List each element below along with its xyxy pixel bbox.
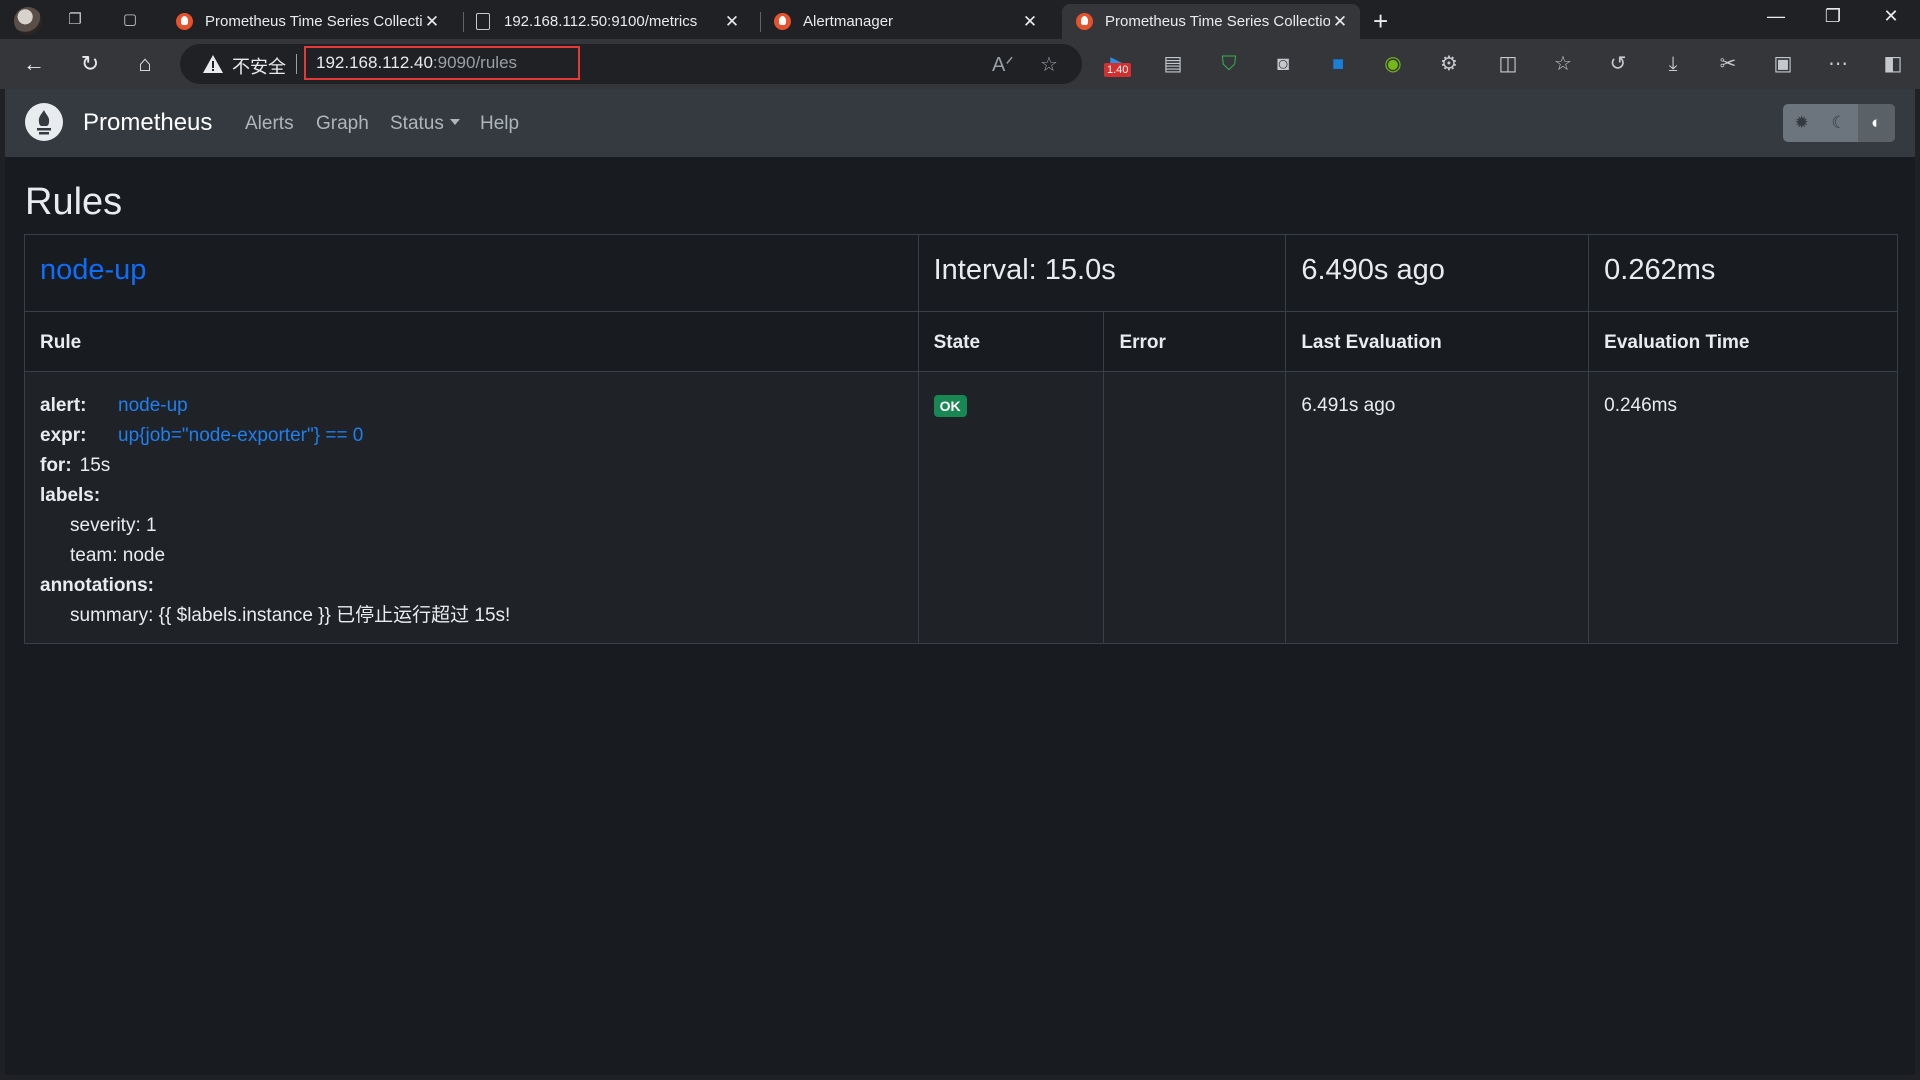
for-value: 15s bbox=[79, 455, 111, 476]
download-icon[interactable]: ⤓ bbox=[1660, 51, 1686, 77]
column-header-last-evaluation: Last Evaluation bbox=[1285, 311, 1590, 372]
new-tab-button[interactable]: + bbox=[1373, 6, 1388, 37]
column-header-evaluation-time: Evaluation Time bbox=[1588, 311, 1898, 372]
annotation-item: summary: {{ $labels.instance }} 已停止运行超过 … bbox=[70, 605, 511, 626]
close-icon[interactable]: ✕ bbox=[422, 12, 442, 32]
expr-key: expr: bbox=[40, 425, 87, 446]
browser-toolbar: ← ↻ ⌂ 不安全 192.168.112.40:9090/rules Aᐟ ☆… bbox=[0, 39, 1920, 89]
rule-evaluation-time: 0.246ms bbox=[1588, 371, 1898, 644]
rule-error-cell bbox=[1103, 371, 1287, 644]
bookmark-extension-icon[interactable]: ■ bbox=[1325, 51, 1351, 77]
for-key: for: bbox=[40, 455, 72, 476]
home-icon[interactable]: ⌂ bbox=[130, 49, 160, 79]
rule-state-cell: OK bbox=[917, 371, 1105, 644]
tab-title: Prometheus Time Series Collectio bbox=[205, 13, 422, 30]
table-row: alert: node-up expr: up{job="node-exporter… bbox=[24, 371, 1898, 644]
rules-table: node-up Interval: 15.0s 6.490s ago 0.262… bbox=[24, 234, 1898, 644]
rule-last-evaluation: 6.491s ago bbox=[1285, 371, 1590, 644]
globe-extension-icon[interactable]: ◉ bbox=[1380, 51, 1406, 77]
minimize-icon[interactable]: — bbox=[1753, 6, 1799, 27]
more-menu-icon[interactable]: ⋯ bbox=[1825, 51, 1851, 77]
warning-icon[interactable] bbox=[202, 53, 224, 75]
label-item: severity: 1 bbox=[70, 515, 157, 536]
url-path: :9090/rules bbox=[432, 53, 518, 72]
chevron-down-icon bbox=[449, 119, 460, 125]
tab-node-metrics[interactable]: 192.168.112.50:9100/metrics ✕ bbox=[462, 4, 752, 39]
close-icon[interactable]: ✕ bbox=[1330, 12, 1350, 32]
labels-key: labels: bbox=[40, 485, 101, 506]
alert-name-link[interactable]: node-up bbox=[118, 395, 188, 416]
history-icon[interactable]: ↺ bbox=[1605, 51, 1631, 77]
prometheus-icon bbox=[774, 13, 791, 30]
glasses-extension-icon[interactable]: ◙ bbox=[1270, 51, 1296, 77]
nav-alerts[interactable]: Alerts bbox=[245, 113, 294, 135]
nav-graph[interactable]: Graph bbox=[316, 113, 369, 135]
back-icon[interactable]: ← bbox=[19, 49, 49, 79]
favorites-icon[interactable]: ☆ bbox=[1550, 51, 1576, 77]
app-navbar: Prometheus Alerts Graph Status Help ✹ ☾ … bbox=[5, 89, 1915, 157]
brand-name[interactable]: Prometheus bbox=[83, 109, 212, 137]
prometheus-icon bbox=[1076, 13, 1093, 30]
tab-title: 192.168.112.50:9100/metrics bbox=[504, 13, 698, 30]
nav-help[interactable]: Help bbox=[480, 113, 519, 135]
dark-theme-moon-icon[interactable]: ☾ bbox=[1820, 104, 1857, 142]
workspaces-icon[interactable]: ❐ bbox=[64, 9, 86, 31]
prometheus-page: Prometheus Alerts Graph Status Help ✹ ☾ … bbox=[5, 89, 1915, 1075]
group-name-link[interactable]: node-up bbox=[24, 234, 919, 312]
group-interval: Interval: 15.0s bbox=[917, 234, 1287, 312]
url-host: 192.168.112.40 bbox=[316, 53, 433, 72]
address-bar[interactable]: 不安全 192.168.112.40:9090/rules Aᐟ ☆ bbox=[180, 44, 1082, 84]
group-evaluation-time: 0.262ms bbox=[1588, 234, 1898, 312]
restore-icon[interactable]: ❐ bbox=[1810, 6, 1856, 27]
read-aloud-icon[interactable]: Aᐟ bbox=[992, 52, 1014, 77]
refresh-icon[interactable]: ↻ bbox=[75, 49, 105, 79]
column-header-rule: Rule bbox=[24, 311, 919, 372]
prometheus-logo-icon[interactable] bbox=[25, 103, 63, 141]
tab-alertmanager[interactable]: Alertmanager ✕ bbox=[760, 4, 1050, 39]
table-header-row: Rule State Error Last Evaluation Evaluat… bbox=[24, 311, 1898, 372]
close-icon[interactable]: ✕ bbox=[722, 12, 742, 32]
extensions-puzzle-icon[interactable]: ⚙ bbox=[1436, 51, 1462, 77]
browser-tab-strip: ❐ ▢ Prometheus Time Series Collectio ✕ 1… bbox=[0, 0, 1920, 39]
group-last-evaluation: 6.490s ago bbox=[1285, 234, 1590, 312]
page-title: Rules bbox=[25, 181, 123, 223]
screenshot-icon[interactable]: ✂ bbox=[1715, 51, 1741, 77]
light-theme-sun-icon[interactable]: ✹ bbox=[1783, 104, 1820, 142]
collections-extension-icon[interactable]: ▤ bbox=[1160, 51, 1186, 77]
nav-status[interactable]: Status bbox=[390, 113, 460, 135]
status-badge: OK bbox=[933, 395, 967, 417]
alert-key: alert: bbox=[40, 395, 87, 416]
tab-title: Prometheus Time Series Collectio bbox=[1105, 13, 1330, 30]
auto-theme-contrast-icon[interactable]: ◐ bbox=[1857, 104, 1895, 142]
sidebar-toggle-icon[interactable]: ◧ bbox=[1880, 51, 1906, 77]
split-screen-icon[interactable]: ◫ bbox=[1495, 51, 1521, 77]
extension-badge: 1.40 bbox=[1104, 63, 1132, 77]
favorite-star-icon[interactable]: ☆ bbox=[1040, 52, 1058, 77]
tab-prometheus-1[interactable]: Prometheus Time Series Collectio ✕ bbox=[162, 4, 452, 39]
url-text[interactable]: 192.168.112.40:9090/rules bbox=[304, 46, 580, 80]
vertical-tabs-icon[interactable]: ▢ bbox=[119, 9, 141, 31]
collections-icon[interactable]: ▣ bbox=[1770, 51, 1796, 77]
theme-switcher: ✹ ☾ ◐ bbox=[1783, 104, 1895, 142]
tab-prometheus-active[interactable]: Prometheus Time Series Collectio ✕ bbox=[1062, 4, 1360, 39]
column-header-state: State bbox=[917, 311, 1105, 372]
label-item: team: node bbox=[70, 545, 166, 566]
expr-link[interactable]: up{job="node-exporter"} == 0 bbox=[118, 425, 363, 446]
close-window-icon[interactable]: ✕ bbox=[1868, 6, 1914, 27]
tab-title: Alertmanager bbox=[803, 13, 894, 30]
rule-definition: alert: node-up expr: up{job="node-exporter… bbox=[24, 371, 919, 644]
security-label[interactable]: 不安全 bbox=[232, 53, 286, 79]
annotations-key: annotations: bbox=[40, 575, 154, 596]
page-icon bbox=[476, 13, 490, 30]
nav-status-label: Status bbox=[390, 113, 444, 134]
profile-avatar[interactable] bbox=[14, 7, 42, 35]
omnibox-divider bbox=[296, 54, 297, 74]
close-icon[interactable]: ✕ bbox=[1020, 12, 1040, 32]
rule-group-header: node-up Interval: 15.0s 6.490s ago 0.262… bbox=[24, 234, 1898, 312]
column-header-error: Error bbox=[1103, 311, 1287, 372]
shield-icon[interactable]: ⛉ bbox=[1216, 51, 1242, 77]
prometheus-icon bbox=[176, 13, 193, 30]
